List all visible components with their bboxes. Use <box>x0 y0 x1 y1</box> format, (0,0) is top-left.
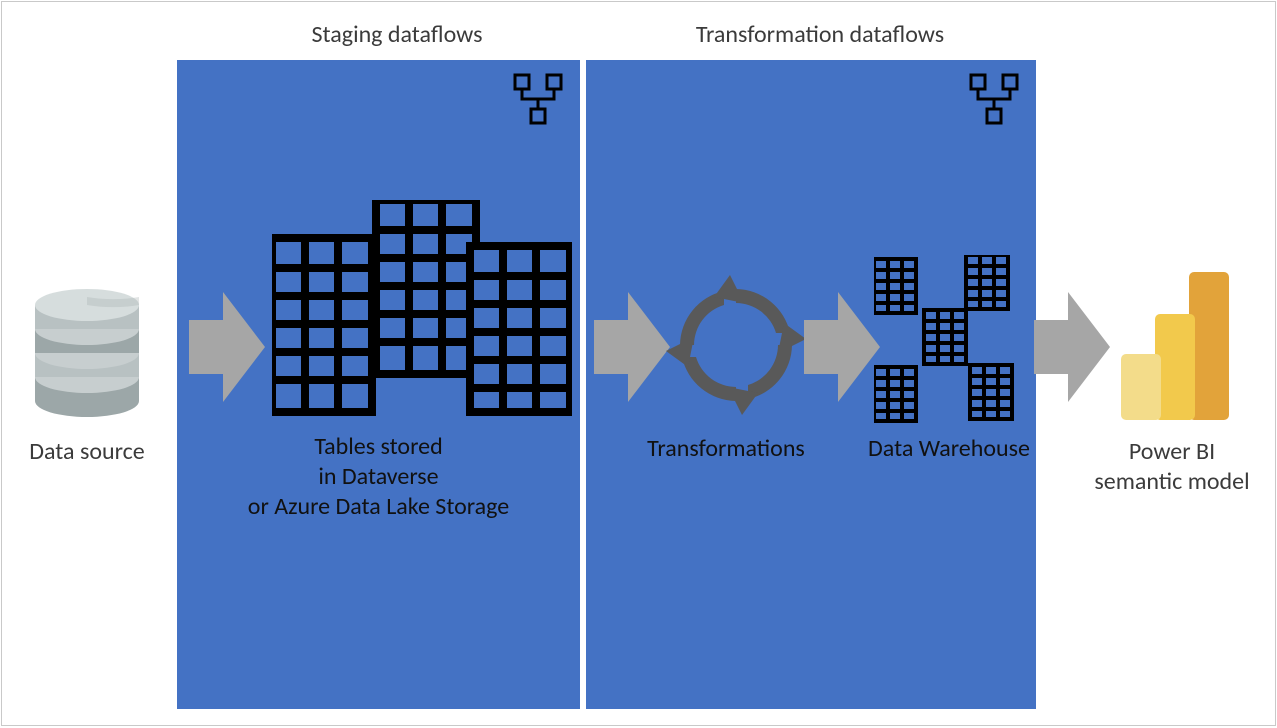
arrow-into-staging-icon <box>189 292 265 402</box>
dataflow-hierarchy-icon <box>966 72 1022 128</box>
label-power-bi: Power BI semantic model <box>1072 437 1272 497</box>
panel-staging-dataflows: Tables stored in Dataverse or Azure Data… <box>177 60 580 709</box>
label-tables-stored: Tables stored in Dataverse or Azure Data… <box>177 432 580 522</box>
label-power-bi-line1: Power BI <box>1129 437 1215 466</box>
arrow-into-transformation-icon <box>594 292 670 402</box>
arrow-to-powerbi-icon <box>1034 292 1110 402</box>
label-transformations: Transformations <box>621 434 831 464</box>
transformations-cycle-icon <box>666 275 806 415</box>
dataflow-hierarchy-icon <box>510 72 566 128</box>
staging-tables-icon <box>272 200 572 420</box>
label-tables-stored-line3: or Azure Data Lake Storage <box>248 492 509 521</box>
label-data-source: Data source <box>17 437 157 467</box>
title-transformation-dataflows: Transformation dataflows <box>630 20 1010 50</box>
power-bi-icon <box>1117 272 1237 422</box>
label-tables-stored-line2: in Dataverse <box>318 462 438 491</box>
database-cylinder-icon <box>32 281 142 421</box>
diagram-frame: Staging dataflows Transformation dataflo… <box>1 1 1276 726</box>
panel-transformation-dataflows: Transformations <box>586 60 1036 709</box>
label-tables-stored-line1: Tables stored <box>314 432 442 461</box>
arrow-to-warehouse-icon <box>804 292 880 402</box>
title-staging-dataflows: Staging dataflows <box>252 20 542 50</box>
label-power-bi-line2: semantic model <box>1094 467 1249 496</box>
data-warehouse-tables-icon <box>874 255 1024 430</box>
label-data-warehouse: Data Warehouse <box>854 434 1044 464</box>
